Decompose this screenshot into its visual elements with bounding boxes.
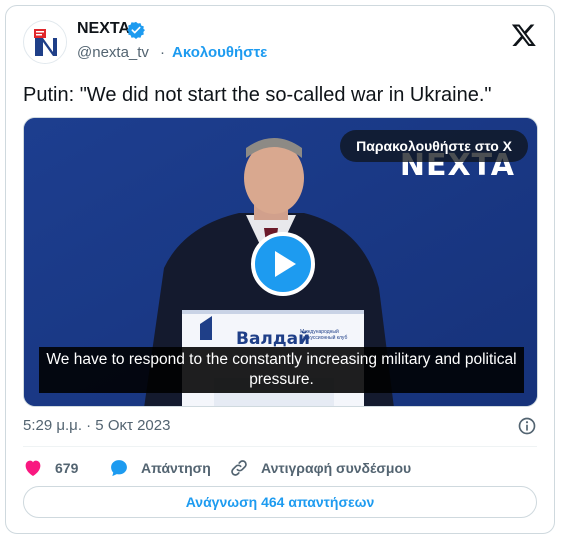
verified-badge-icon — [127, 21, 145, 39]
author-handle[interactable]: @nexta_tv — [77, 44, 149, 61]
info-icon[interactable] — [517, 416, 537, 436]
x-logo-icon[interactable] — [511, 22, 537, 48]
podium-label: Валдай — [236, 329, 310, 349]
like-button[interactable]: 679 — [23, 456, 78, 480]
video-subtitle: We have to respond to the constantly inc… — [39, 347, 524, 393]
divider — [23, 446, 537, 447]
reply-label: Απάντηση — [141, 460, 211, 476]
avatar[interactable] — [23, 20, 67, 64]
heart-icon — [25, 460, 41, 476]
nexta-logo-icon — [25, 22, 66, 63]
play-icon — [275, 251, 296, 277]
like-count: 679 — [55, 460, 79, 476]
follow-button[interactable]: Ακολουθήστε — [172, 44, 267, 61]
copy-link-label: Αντιγραφή συνδέσμου — [261, 460, 412, 476]
copy-link-button[interactable]: Αντιγραφή συνδέσμου — [229, 456, 411, 480]
tweet-card: NEXTA @nexta_tv · Ακολουθήστε Putin: "We… — [5, 5, 555, 534]
link-icon — [231, 460, 247, 476]
read-replies-button[interactable]: Ανάγνωση 464 απαντήσεων — [23, 486, 537, 518]
reply-bubble-icon — [111, 460, 127, 477]
author-name[interactable]: NEXTA — [77, 20, 130, 38]
reply-button[interactable]: Απάντηση — [109, 456, 211, 480]
video-player[interactable]: NEXTA Валдай Международный дискуссионный… — [23, 117, 538, 407]
tweet-timestamp[interactable]: 5:29 μ.μ. · 5 Οκτ 2023 — [23, 417, 170, 434]
tweet-text: Putin: "We did not start the so-called w… — [23, 84, 492, 106]
separator-dot: · — [160, 44, 165, 61]
play-button[interactable] — [251, 232, 315, 296]
tweet-actions: 679 Απάντηση Αντιγραφή συνδέσμου — [23, 456, 537, 480]
podium-subtext: Международный дискуссионный клуб — [300, 329, 348, 341]
tweet-header: NEXTA @nexta_tv · Ακολουθήστε — [23, 18, 537, 70]
watch-on-x-button[interactable]: Παρακολουθήστε στο X — [340, 130, 528, 162]
